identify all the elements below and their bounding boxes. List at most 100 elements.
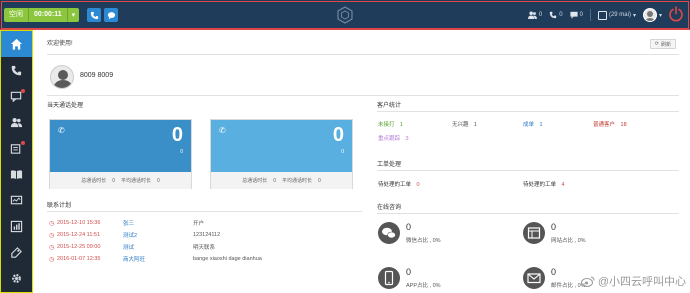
settings-gear-icon [12, 273, 21, 283]
plan-row[interactable]: ◷ 2015-12-25 09:00 测试 明天联系 [49, 243, 215, 251]
chevron-down-icon[interactable]: ▾ [659, 12, 662, 19]
phone-icon: ✆ [219, 126, 226, 135]
unread-badge [21, 89, 25, 93]
weibo-watermark: @小四云呼叫中心 [580, 273, 686, 289]
status-timer: 00:00:11 [28, 8, 68, 22]
phone-button[interactable] [87, 8, 101, 22]
user-avatar-large [50, 65, 74, 89]
plan-date: 2015-12-25 09:00 [57, 244, 101, 250]
plan-contact-link[interactable]: 商大阿旺 [123, 255, 193, 263]
mailbox-icon [597, 10, 607, 20]
stat-label: 普通客户 [593, 122, 616, 128]
phone-icon: ✆ [58, 126, 65, 135]
calls-card-outbound[interactable]: ✆ 0 0 总通话时长 0 平均通话时长 0 [210, 119, 353, 189]
users-icon [527, 11, 537, 19]
plan-contact-link[interactable]: 测试2 [123, 231, 193, 239]
avg-duration-label: 平均通话时长 [121, 178, 152, 184]
sidebar-item-knowledge[interactable] [1, 161, 32, 187]
stat-value: 18 [620, 122, 627, 128]
workorder-pending-2[interactable]: 待处理的工单 4 [523, 180, 565, 188]
sidebar-item-customers[interactable] [1, 109, 32, 135]
stat-deal[interactable]: 成单 1 [523, 120, 543, 128]
avg-duration-value: 0 [157, 177, 160, 184]
plan-row[interactable]: ◷ 2015-12-24 11:51 测试2 123124112 [49, 231, 220, 239]
mailbox-menu[interactable]: (29 mai) ▾ [597, 10, 636, 20]
stat-label: 待处理的工单 [523, 182, 557, 188]
stat-regular-customer[interactable]: 普通客户 18 [593, 120, 627, 128]
chevron-down-icon: ▾ [632, 12, 636, 19]
channel-website[interactable]: 0 网站占比 , 0% [523, 222, 643, 250]
section-divider [47, 211, 362, 212]
card-footer: 总通话时长 0 平均通话时长 0 [50, 172, 191, 189]
plan-section-title: 联系计划 [47, 203, 72, 209]
calls-section-title: 当天通话处理 [47, 103, 84, 109]
workorder-pending[interactable]: 待处理的工单 0 [378, 180, 420, 188]
sidebar-item-phone[interactable] [1, 57, 32, 83]
channel-count: 0 [406, 267, 412, 277]
avg-duration-value: 0 [318, 177, 321, 184]
monitor-icon [10, 195, 23, 204]
email-icon [523, 267, 545, 289]
top-bar: 空闲 00:00:11 ▾ 0 0 0 (29 mai) ▾ ▾ [0, 0, 690, 30]
calls-indicator[interactable]: 0 [549, 11, 563, 19]
plan-date: 2015-12-24 11:51 [57, 232, 101, 238]
plan-note: 明天联系 [193, 245, 216, 251]
channel-label: 微信占比 , 0% [406, 238, 441, 244]
channel-label: APP占比 , 0% [406, 283, 441, 289]
power-logout-icon[interactable] [668, 6, 684, 22]
agent-status-button[interactable]: 空闲 00:00:11 ▾ [4, 8, 80, 22]
stat-label: 无兴趣 [452, 122, 469, 128]
top-right-toolbar: 0 0 0 (29 mai) ▾ ▾ [521, 8, 662, 22]
total-duration-value: 0 [112, 177, 115, 184]
call-subcount: 0 [180, 149, 183, 155]
plan-row[interactable]: ◷ 2015-12-10 15:36 张三 开户 [49, 219, 204, 227]
channel-app[interactable]: 0 APP占比 , 0% [378, 267, 498, 293]
channel-label: 网站占比 , 0% [551, 238, 586, 244]
plan-date: 2015-12-10 15:36 [57, 220, 101, 226]
refresh-icon: ⟳ [654, 41, 659, 47]
sidebar-item-settings[interactable] [1, 265, 32, 291]
stat-label: 重点跟踪 [378, 136, 401, 142]
website-icon [523, 222, 545, 244]
call-count: 0 [171, 124, 183, 146]
weibo-icon [580, 276, 595, 287]
messages-count: 0 [579, 12, 583, 18]
plan-row[interactable]: ◷ 2016-01-07 12:35 商大阿旺 bange xiaoshi da… [49, 255, 262, 263]
refresh-button[interactable]: ⟳ 刷新 [649, 39, 676, 49]
dashboard-main: 欢迎使用! ⟳ 刷新 8009 8009 当天通话处理 ✆ 0 0 总通话时长 … [33, 30, 690, 293]
stat-value: 1 [539, 122, 543, 128]
total-duration-label: 总通话时长 [242, 178, 268, 184]
home-icon [10, 38, 23, 50]
calls-card-inbound[interactable]: ✆ 0 0 总通话时长 0 平均通话时长 0 [49, 119, 192, 189]
stat-key-follow[interactable]: 重点跟踪 3 [378, 134, 409, 142]
plan-contact-link[interactable]: 测试 [123, 243, 193, 251]
section-divider [377, 213, 679, 214]
sidebar-item-sms[interactable] [1, 83, 32, 109]
plan-note: 开户 [193, 221, 205, 227]
chat-button[interactable] [104, 8, 118, 22]
stat-unreached[interactable]: 未接打 1 [378, 120, 403, 128]
plan-note: bange xiaoshi dage dianhua [193, 256, 262, 262]
sidebar-item-reports[interactable] [1, 213, 32, 239]
chevron-down-icon[interactable]: ▾ [68, 11, 80, 19]
wechat-icon [378, 222, 400, 244]
online-users-indicator[interactable]: 0 [527, 11, 542, 19]
user-avatar[interactable] [642, 8, 657, 22]
sidebar-item-workorders[interactable] [1, 135, 32, 161]
channel-wechat[interactable]: 0 微信占比 , 0% [378, 222, 498, 250]
sidebar-item-monitor[interactable] [1, 187, 32, 213]
sidebar-item-tags[interactable] [1, 239, 32, 265]
workorder-title: 工单处理 [377, 162, 402, 168]
total-duration-value: 0 [273, 177, 276, 184]
plan-contact-link[interactable]: 张三 [123, 219, 193, 227]
customer-stats-title: 客户统计 [377, 103, 402, 109]
section-divider [47, 95, 679, 96]
stat-no-interest[interactable]: 无兴趣 1 [452, 120, 477, 128]
stat-value: 1 [474, 122, 478, 128]
section-divider [377, 170, 679, 171]
messages-indicator[interactable]: 0 [570, 11, 583, 19]
sidebar-item-home[interactable] [1, 31, 32, 57]
stat-value: 1 [400, 122, 404, 128]
sidebar [0, 30, 33, 293]
channel-count: 0 [406, 222, 412, 232]
